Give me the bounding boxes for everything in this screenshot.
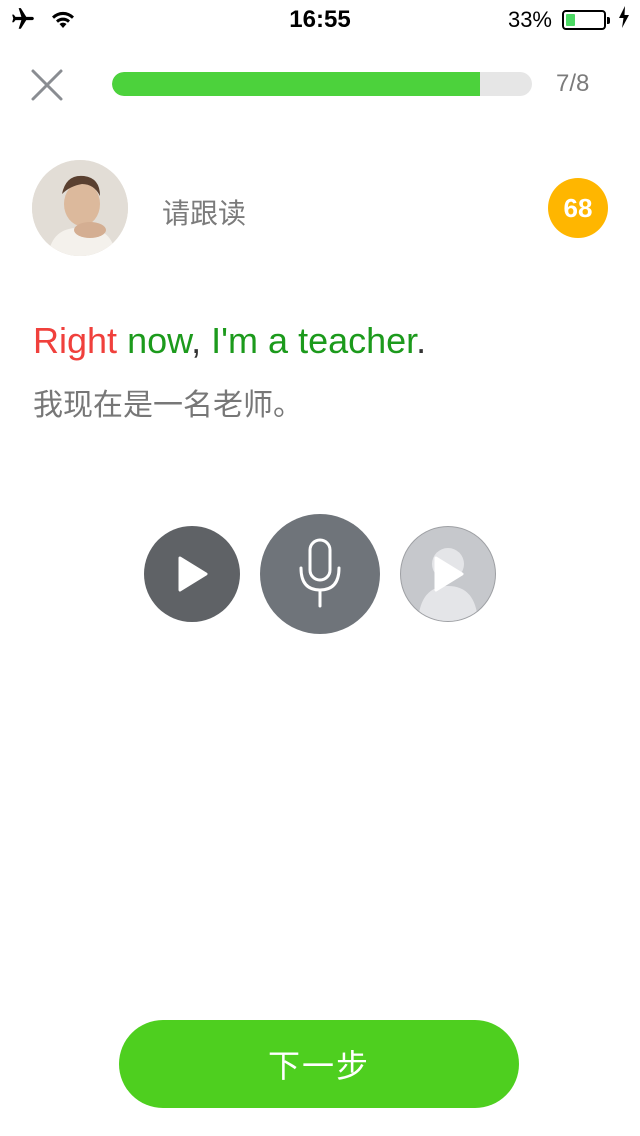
close-button[interactable]	[28, 66, 66, 104]
next-step-button[interactable]: 下一步	[119, 1020, 519, 1108]
sentence-text: Right now, I'm a teacher.	[33, 320, 426, 362]
teacher-avatar	[32, 160, 128, 256]
play-icon	[178, 556, 208, 592]
translation-text: 我现在是一名老师。	[33, 388, 303, 423]
close-icon	[31, 69, 63, 101]
sentence-punctuation	[258, 320, 268, 361]
sentence-word[interactable]: teacher	[298, 320, 416, 361]
sentence-word[interactable]: now	[127, 320, 191, 361]
battery-icon	[562, 10, 610, 30]
sentence-punctuation: .	[416, 320, 427, 361]
sentence-punctuation	[117, 320, 127, 361]
charging-icon	[618, 6, 630, 34]
microphone-icon	[299, 538, 341, 608]
sentence-punctuation: ,	[191, 320, 212, 361]
prompt-label: 请跟读	[162, 197, 247, 230]
battery-level	[566, 14, 576, 26]
sentence-punctuation	[288, 320, 298, 361]
progress-count: 7/8	[556, 70, 590, 97]
progress-bar	[112, 72, 532, 96]
play-audio-button[interactable]	[144, 526, 240, 622]
status-bar: 16:55 33%	[0, 0, 640, 40]
sentence-word[interactable]: I'm	[211, 320, 258, 361]
play-recording-icon	[434, 556, 464, 592]
status-right: 33%	[508, 6, 630, 34]
play-recording-button[interactable]	[400, 526, 496, 622]
sentence-word[interactable]: Right	[33, 320, 117, 361]
score-badge: 68	[548, 178, 608, 238]
battery-percent: 33%	[507, 7, 552, 32]
sentence-word[interactable]: a	[268, 320, 288, 361]
progress-fill	[112, 72, 480, 96]
record-button[interactable]	[260, 514, 380, 634]
